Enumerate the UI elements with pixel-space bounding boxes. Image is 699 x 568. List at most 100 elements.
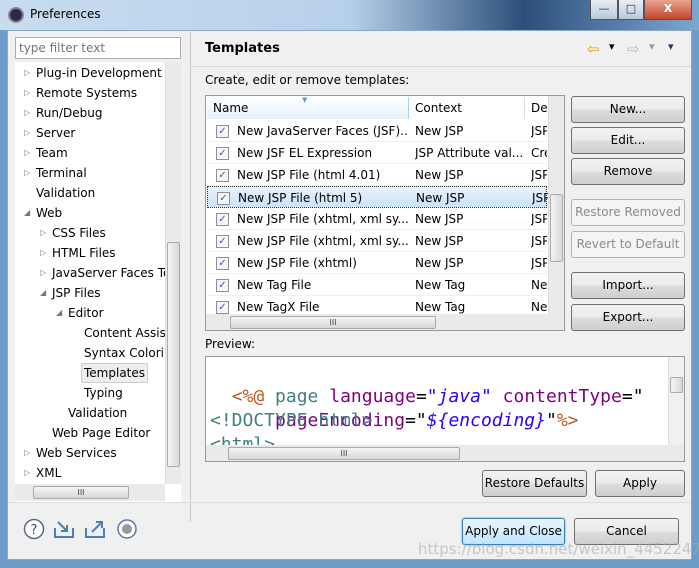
collapsed-arrow-icon[interactable]: ▷ [24,83,30,103]
collapsed-arrow-icon[interactable]: ▷ [24,123,30,143]
remove-button[interactable]: Remove [571,158,685,185]
tree-item[interactable]: ◢ Editor [15,303,165,323]
forward-dropdown-icon[interactable]: ▾ [649,40,655,53]
restore-removed-button[interactable]: Restore Removed [571,199,685,226]
enabled-checkbox[interactable]: ✓ [216,235,229,248]
tree-item[interactable]: Web Page Editor [15,423,165,443]
cell-context: New JSP [415,234,464,248]
forward-arrow-icon[interactable]: ⇨ [627,40,640,58]
enabled-checkbox[interactable]: ✓ [216,279,229,292]
new-button[interactable]: New... [571,96,685,123]
view-menu-icon[interactable]: ▾ [668,40,674,53]
cell-name: New JSF EL Expression [237,146,373,160]
enabled-checkbox[interactable]: ✓ [216,301,229,314]
sort-indicator-icon: ▼ [302,96,308,104]
tree-scroll-thumb[interactable] [167,242,180,467]
column-header-description[interactable]: De [525,97,549,119]
apply-button[interactable]: Apply [595,470,685,497]
tree-item-label: Web Page Editor [52,426,151,440]
tree-item[interactable]: Content Assist [15,323,171,343]
tree-horizontal-scrollbar[interactable]: III [15,484,165,501]
preview-hscroll-thumb[interactable]: III [228,447,460,460]
collapsed-arrow-icon[interactable]: ▷ [24,103,30,123]
collapsed-arrow-icon[interactable]: ▷ [24,443,30,463]
enabled-checkbox[interactable]: ✓ [216,213,229,226]
collapsed-arrow-icon[interactable]: ▷ [24,63,30,83]
edit-button[interactable]: Edit... [571,127,685,154]
tree-item[interactable]: ▷ Plug-in Development [15,63,165,83]
enabled-checkbox[interactable]: ✓ [216,125,229,138]
close-button[interactable]: X [644,0,692,20]
table-row[interactable]: ✓ New JSP File (xhtml, xml sy... New JSP… [207,230,547,252]
tree-item[interactable]: Templates [15,363,165,383]
preview-vertical-scrollbar[interactable] [668,357,684,445]
import-preferences-icon[interactable] [53,518,75,540]
tree-item[interactable]: ▷ XML [15,463,165,483]
preview-horizontal-scrollbar[interactable]: III [206,445,684,461]
tree-item[interactable]: Syntax Coloring [15,343,179,363]
table-row[interactable]: ✓ New JSP File (html 4.01) New JSP JSP [207,164,547,186]
collapsed-arrow-icon[interactable]: ▷ [24,163,30,183]
help-icon[interactable]: ? [23,518,45,540]
enabled-checkbox[interactable]: ✓ [216,257,229,270]
back-arrow-icon[interactable]: ⇦ [587,40,600,58]
collapsed-arrow-icon[interactable]: ▷ [40,223,46,243]
export-preferences-icon[interactable] [84,518,106,540]
watermark: https://blog.csdn.net/weixin_44522477 [418,540,699,558]
table-hscroll-thumb[interactable]: III [230,316,436,329]
revert-to-default-button[interactable]: Revert to Default [571,231,685,258]
table-row[interactable]: ✓ New JavaServer Faces (JSF)... New JSP … [207,120,547,142]
cell-name: New JSP File (xhtml) [237,256,357,270]
table-horizontal-scrollbar[interactable]: III [206,314,564,330]
collapsed-arrow-icon[interactable]: ▷ [24,463,30,483]
tree-item[interactable]: ◢ JSP Files [15,283,165,303]
tree-item[interactable]: Validation [15,183,165,203]
tree-hscroll-thumb[interactable]: III [33,486,129,499]
expanded-arrow-icon[interactable]: ◢ [24,203,30,223]
enabled-checkbox[interactable]: ✓ [216,147,229,160]
tree-item[interactable]: ▷ Team [15,143,165,163]
tree-vertical-scrollbar[interactable] [165,62,181,484]
column-header-context[interactable]: Context [409,97,525,119]
tree-item[interactable]: ▷ HTML Files [15,243,165,263]
collapsed-arrow-icon[interactable]: ▷ [24,143,30,163]
table-scroll-thumb[interactable] [550,194,563,262]
table-row[interactable]: ✓ New Tag File New Tag Ne [207,274,547,296]
collapsed-arrow-icon[interactable]: ▷ [40,243,46,263]
table-row[interactable]: ✓ New JSP File (xhtml) New JSP JSP [207,252,547,274]
import-button[interactable]: Import... [571,272,685,299]
column-header-name[interactable]: Name [207,97,409,119]
enabled-checkbox[interactable]: ✓ [217,192,230,205]
table-row[interactable]: ✓ New JSP File (xhtml, xml sy... New JSP… [207,208,547,230]
panel-divider[interactable] [190,30,191,522]
table-vertical-scrollbar[interactable] [548,96,564,314]
table-row[interactable]: ✓ New JSF EL Expression JSP Attribute va… [207,142,547,164]
export-button[interactable]: Export... [571,304,685,331]
enabled-checkbox[interactable]: ✓ [216,169,229,182]
tree-item[interactable]: ▷ JavaServer Faces Tools [15,263,181,283]
tree-item[interactable]: ◢ Web [15,203,165,223]
expanded-arrow-icon[interactable]: ◢ [40,283,46,303]
expanded-arrow-icon[interactable]: ◢ [56,303,62,323]
tree-item[interactable]: ▷ Run/Debug [15,103,165,123]
filter-input[interactable] [15,37,181,59]
maximize-button[interactable]: □ [618,0,644,20]
preview-editor[interactable]: <%@ page language="java" contentType=" p… [205,356,685,462]
tree-item[interactable]: Validation [15,403,165,423]
code-token: " [545,410,557,431]
preview-scroll-thumb[interactable] [670,377,683,393]
cell-context: New JSP [416,191,465,205]
tree-item[interactable]: ▷ Remote Systems [15,83,165,103]
cell-description: JSP [532,191,548,205]
collapsed-arrow-icon[interactable]: ▷ [40,263,46,283]
minimize-button[interactable]: — [590,0,618,20]
tree-item[interactable]: ▷ Server [15,123,165,143]
tree-item[interactable]: ▷ Terminal [15,163,165,183]
tree-item[interactable]: Typing [15,383,165,403]
back-dropdown-icon[interactable]: ▾ [609,40,615,53]
tree-item[interactable]: ▷ Web Services [15,443,165,463]
restore-defaults-button[interactable]: Restore Defaults [482,470,587,497]
table-row[interactable]: ✓ New JSP File (html 5) New JSP JSP [207,186,548,208]
tree-item[interactable]: ▷ CSS Files [15,223,165,243]
record-icon[interactable] [116,518,138,540]
